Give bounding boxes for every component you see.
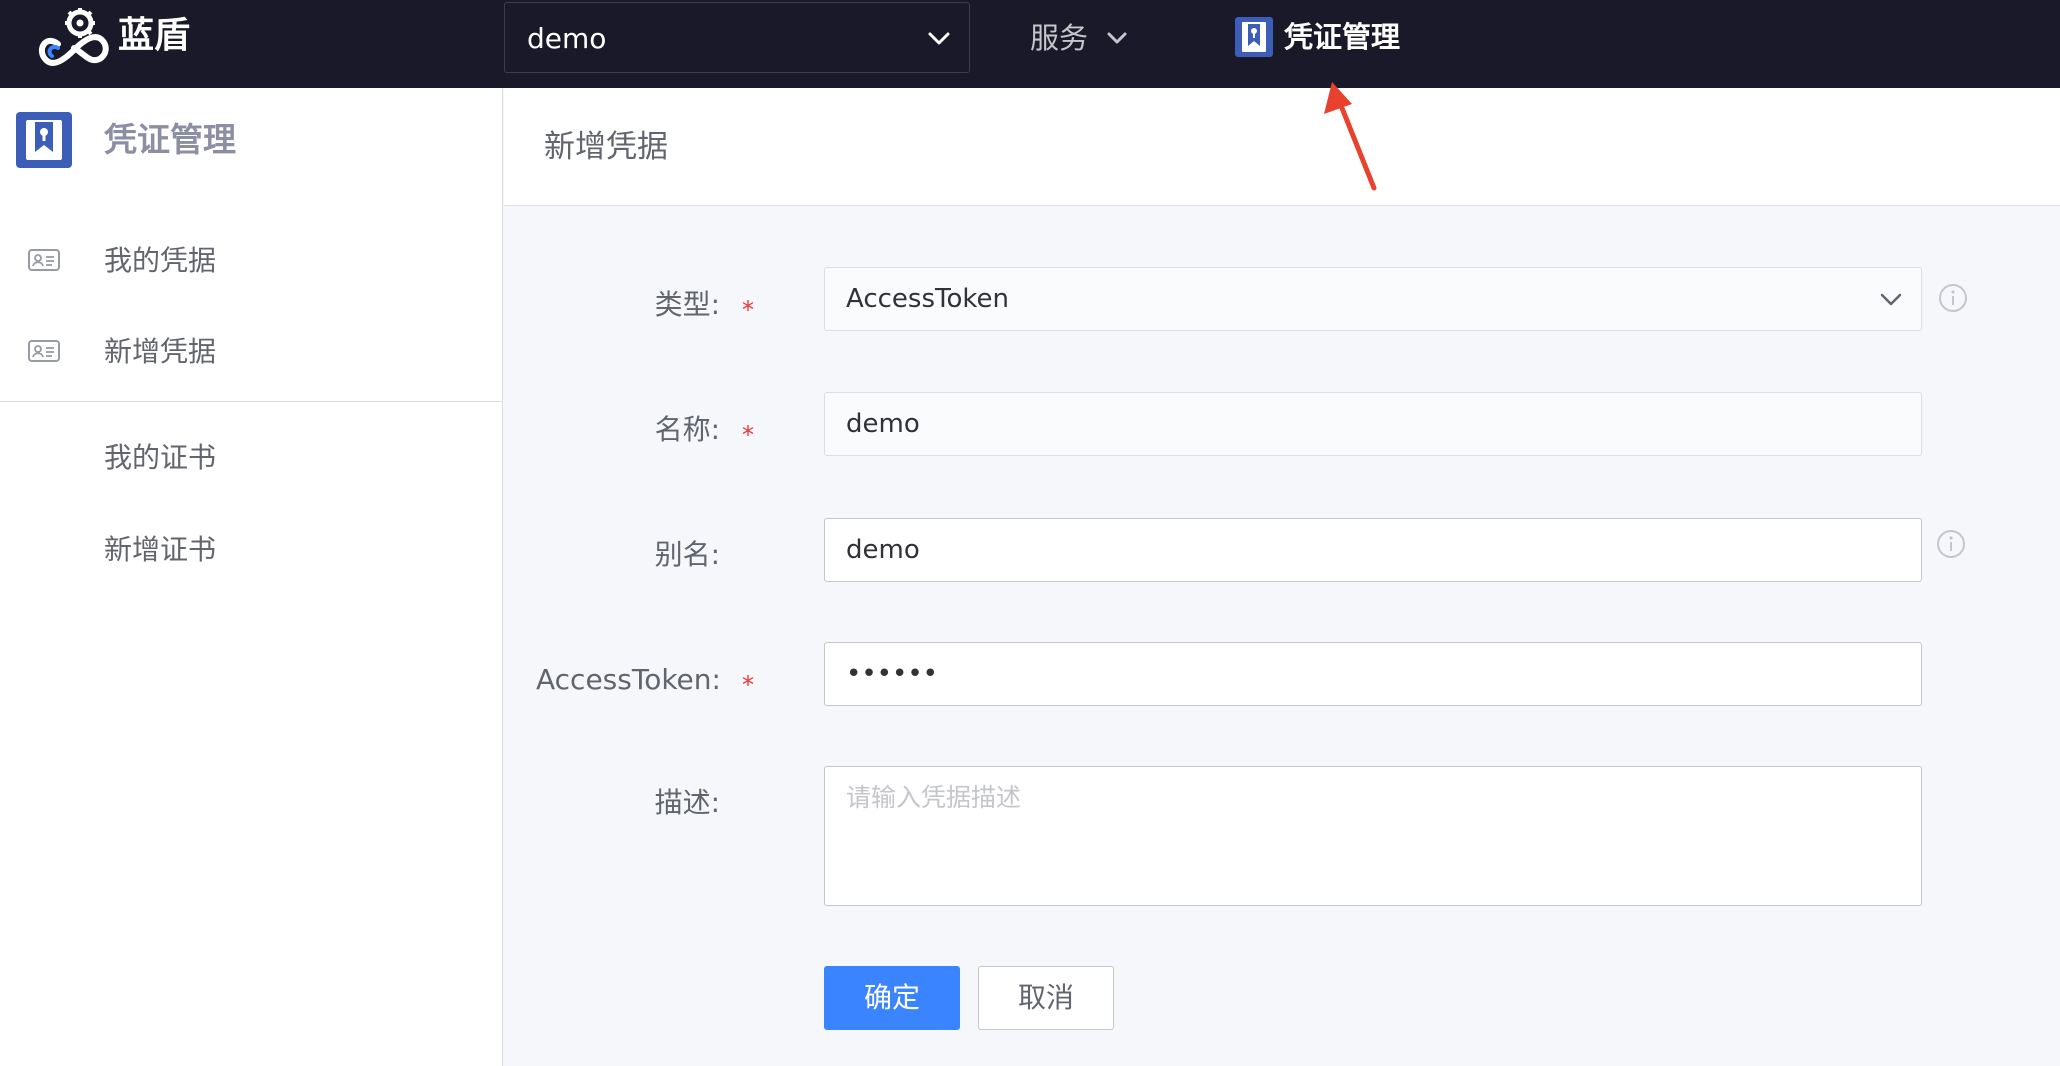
type-select[interactable]: AccessToken [824,267,1922,331]
brand-name: 蓝盾 [118,15,191,56]
info-icon[interactable] [1936,529,1966,559]
alias-label: 别名: [654,538,720,571]
required-mark: * [742,421,754,449]
sidebar-item-label: 我的证书 [104,441,217,474]
description-label: 描述: [654,786,720,819]
cancel-button[interactable]: 取消 [978,966,1114,1030]
sidebar-item-new-certificate[interactable]: 新增证书 [0,510,502,590]
project-select[interactable]: demo [504,2,970,73]
id-card-icon [28,340,60,362]
content-header: 新增凭据 [504,88,2060,206]
sidebar-item-label: 我的凭据 [104,244,217,277]
alias-input-value: demo [846,535,920,565]
access-token-label: AccessToken: [536,663,721,696]
credential-book-icon [16,112,72,168]
chevron-down-icon [1880,293,1902,306]
access-token-input[interactable]: •••••• [824,642,1922,706]
bluekingshield-logo-icon[interactable] [38,8,110,66]
sidebar-item-my-certificates[interactable]: 我的证书 [0,418,502,498]
sidebar-divider [0,401,502,402]
info-icon[interactable] [1938,283,1968,313]
chevron-down-icon [928,32,950,45]
type-select-value: AccessToken [846,284,1009,314]
required-mark: * [742,296,754,324]
nav-credential-label: 凭证管理 [1284,20,1401,54]
sidebar: 凭证管理 我的凭据 新增凭据 我的证书 新增证书 [0,88,503,1066]
project-select-value: demo [527,22,607,55]
confirm-button[interactable]: 确定 [824,966,960,1030]
sidebar-item-label: 新增证书 [104,533,217,566]
annotation-arrow-icon [1324,82,1377,191]
sidebar-item-label: 新增凭据 [104,335,217,368]
page-title: 新增凭据 [544,129,668,165]
nav-service-label: 服务 [1030,21,1089,55]
description-placeholder: 请输入凭据描述 [846,783,1022,812]
name-input-value: demo [846,409,920,439]
type-label: 类型: [654,288,720,321]
access-token-value: •••••• [846,659,939,689]
description-textarea[interactable]: 请输入凭据描述 [824,766,1922,906]
name-input[interactable]: demo [824,392,1922,456]
alias-input[interactable]: demo [824,518,1922,582]
required-mark: * [742,671,754,699]
sidebar-title: 凭证管理 [104,120,236,159]
top-navigation-bar: 蓝盾 demo 服务 凭证管理 [0,0,2060,88]
nav-service-dropdown[interactable]: 服务 [1030,0,1127,76]
credential-book-icon [1235,17,1273,57]
chevron-down-icon [1107,32,1127,44]
name-label: 名称: [654,413,720,446]
sidebar-item-my-credentials[interactable]: 我的凭据 [0,221,502,301]
sidebar-item-new-credential[interactable]: 新增凭据 [0,312,502,392]
id-card-icon [28,249,60,271]
